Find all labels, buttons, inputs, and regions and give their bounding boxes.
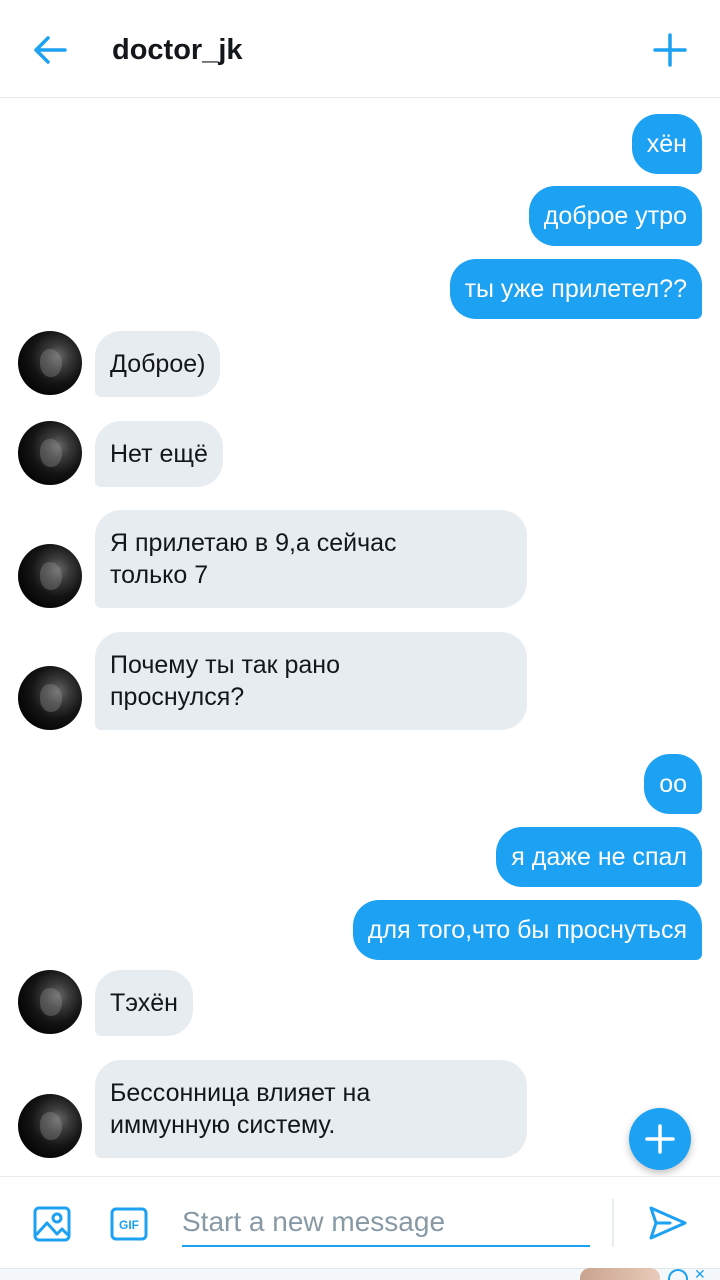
gif-icon: GIF [110, 1207, 148, 1241]
outgoing-message[interactable]: я даже не спал [496, 827, 702, 887]
incoming-message[interactable]: Я прилетаю в 9,а сейчас только 7 [95, 510, 527, 608]
plus-icon [645, 1124, 675, 1154]
avatar[interactable] [18, 666, 82, 730]
incoming-message[interactable]: Доброе) [95, 331, 221, 397]
add-gif-button[interactable]: GIF [110, 1207, 148, 1241]
conversation-header: doctor_jk [0, 0, 720, 98]
composer-divider [612, 1199, 614, 1247]
arrow-left-icon [34, 36, 67, 64]
incoming-message[interactable]: Бессонница влияет на иммунную систему. [95, 1060, 527, 1158]
avatar[interactable] [18, 421, 82, 485]
compose-fab-button[interactable] [629, 1108, 691, 1170]
outgoing-message[interactable]: доброе утро [528, 186, 702, 246]
send-icon [649, 1206, 687, 1240]
avatar[interactable] [18, 331, 82, 395]
outgoing-message[interactable]: оо [644, 754, 702, 814]
back-button[interactable] [28, 30, 72, 70]
message-list[interactable]: хён доброе утро ты уже прилетел?? Доброе… [0, 98, 720, 1176]
outgoing-message[interactable]: хён [631, 114, 702, 174]
add-participant-button[interactable] [648, 28, 692, 72]
avatar[interactable] [18, 1094, 82, 1158]
conversation-title: doctor_jk [112, 34, 243, 66]
avatar[interactable] [18, 544, 82, 608]
incoming-message[interactable]: Почему ты так рано проснулся? [95, 632, 527, 730]
outgoing-message[interactable]: ты уже прилетел?? [449, 259, 702, 319]
message-composer: GIF [0, 1176, 720, 1268]
incoming-message[interactable]: Нет ещё [95, 421, 223, 487]
ad-image[interactable] [580, 1268, 660, 1280]
image-icon [33, 1206, 71, 1242]
outgoing-message[interactable]: для того,что бы проснуться [352, 900, 702, 960]
svg-text:GIF: GIF [119, 1218, 139, 1232]
add-media-button[interactable] [33, 1205, 71, 1243]
incoming-message[interactable]: Тэхён [95, 970, 193, 1036]
send-button[interactable] [648, 1203, 688, 1243]
ad-close-icon[interactable]: ✕ [694, 1268, 714, 1280]
plus-icon [653, 33, 687, 67]
avatar[interactable] [18, 970, 82, 1034]
message-input[interactable] [182, 1199, 590, 1247]
